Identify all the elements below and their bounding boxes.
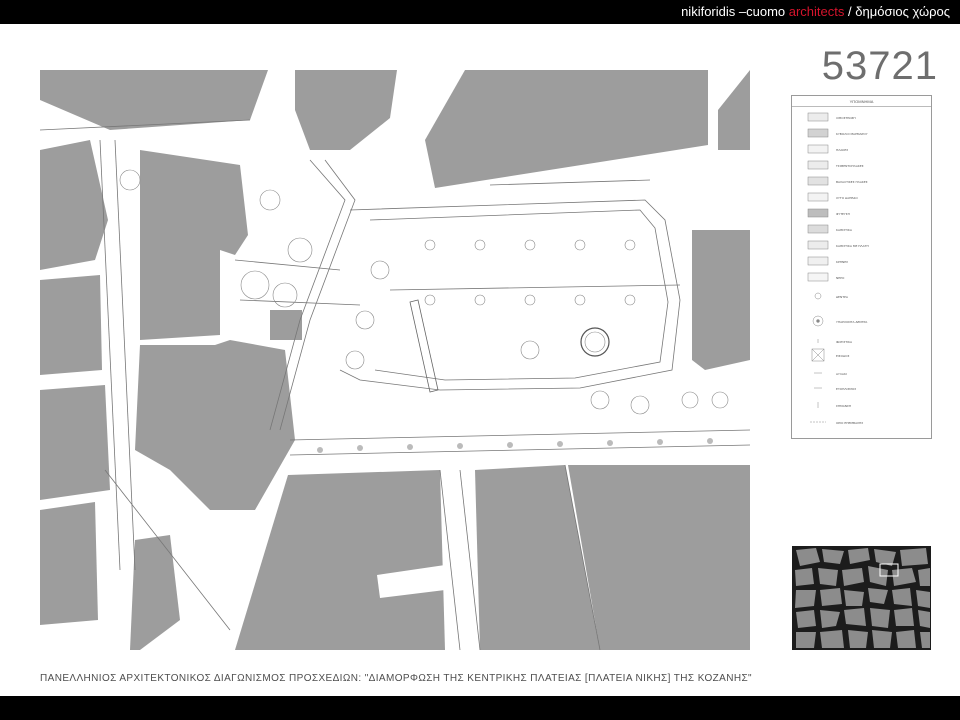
site-plan (40, 70, 750, 650)
legend-label: ΚΥΒΟΛΟΙ ΜΑΡΜΑΡΟΥ (836, 132, 868, 136)
legend-label: ΛΙΘΟΣΤΡΩΣΗ (836, 116, 856, 120)
legend-label: ΠΛΑΚΕΣ (836, 148, 848, 152)
legend-panel: ΥΠΟΜΝΗΜΑ ΛΙΘΟΣΤΡΩΣΗ ΚΥΒΟΛΟΙ ΜΑΡΜΑΡΟΥ ΠΛΑ… (791, 95, 932, 439)
project-number: 53721 (821, 44, 938, 88)
legend-label: ΚΑΘΙΣΤΙΚΑ ΜΕ ΠΛΑΤΗ (836, 244, 869, 248)
office-name: nikiforidis –cuomo (681, 4, 786, 19)
legend-label: ΔΕΝΤΡΑ (836, 295, 849, 299)
legend-label: ΤΣΙΜΕΝΤΟΠΛΑΚΕΣ (835, 164, 864, 168)
header-section: δημόσιος χώρος (855, 4, 950, 19)
legend-labels: ΛΙΘΟΣΤΡΩΣΗ ΚΥΒΟΛΟΙ ΜΑΡΜΑΡΟΥ ΠΛΑΚΕΣ ΤΣΙΜΕ… (835, 116, 869, 425)
competition-title: ΠΑΝΕΛΛΗΝΙΟΣ ΑΡΧΙΤΕΚΤΟΝΙΚΟΣ ΔΙΑΓΩΝΙΣΜΟΣ Π… (40, 673, 752, 684)
legend-label: ΚΡΗΝΕΣ (836, 260, 848, 264)
bottom-bar (0, 696, 960, 720)
minimap-drawing (792, 546, 931, 650)
legend-label: ΒΑΣΑΛΤΙΚΕΣ ΠΛΑΚΕΣ (836, 180, 868, 184)
location-minimap (792, 546, 931, 650)
top-bar: nikiforidis –cuomo architects / δημόσιος… (0, 0, 960, 24)
legend-label: ΚΑΘΙΣΤΙΚΑ (836, 228, 853, 232)
legend-label: ΟΡΙΟ ΕΠΕΜΒΑΣΗΣ (836, 421, 863, 425)
header-separator: / (848, 4, 852, 19)
office-accent: architects (788, 4, 845, 19)
legend-label: ΕΞΟΠΛΙΣΜΟΣ (836, 387, 856, 391)
legend-label: ΝΕΡΟ (836, 276, 845, 280)
legend-label: ΦΩΤΙΣΤΙΚΑ (836, 340, 853, 344)
header-text: nikiforidis –cuomo architects / δημόσιος… (681, 4, 950, 19)
legend-label: ΦΥΤΕΥΣΗ (836, 212, 850, 216)
legend-label: ΕΙΣΟΔΟΣ (836, 354, 849, 358)
legend-label: ΑΥΛΑΚΙ (836, 372, 847, 376)
legend-swatches: ΛΙΘΟΣΤΡΩΣΗ ΚΥΒΟΛΟΙ ΜΑΡΜΑΡΟΥ ΠΛΑΚΕΣ ΤΣΙΜΕ… (807, 112, 869, 425)
legend-label: ΧΥΤΟ ΔΑΠΕΔΟ (836, 196, 858, 200)
legend-label: ΥΠΑΡΧΟΝΤΑ ΔΕΝΤΡΑ (836, 320, 868, 324)
legend-label: ΣΗΜΑΝΣΗ (836, 404, 851, 408)
legend-items (807, 112, 829, 423)
site-plan-drawing (40, 70, 750, 650)
